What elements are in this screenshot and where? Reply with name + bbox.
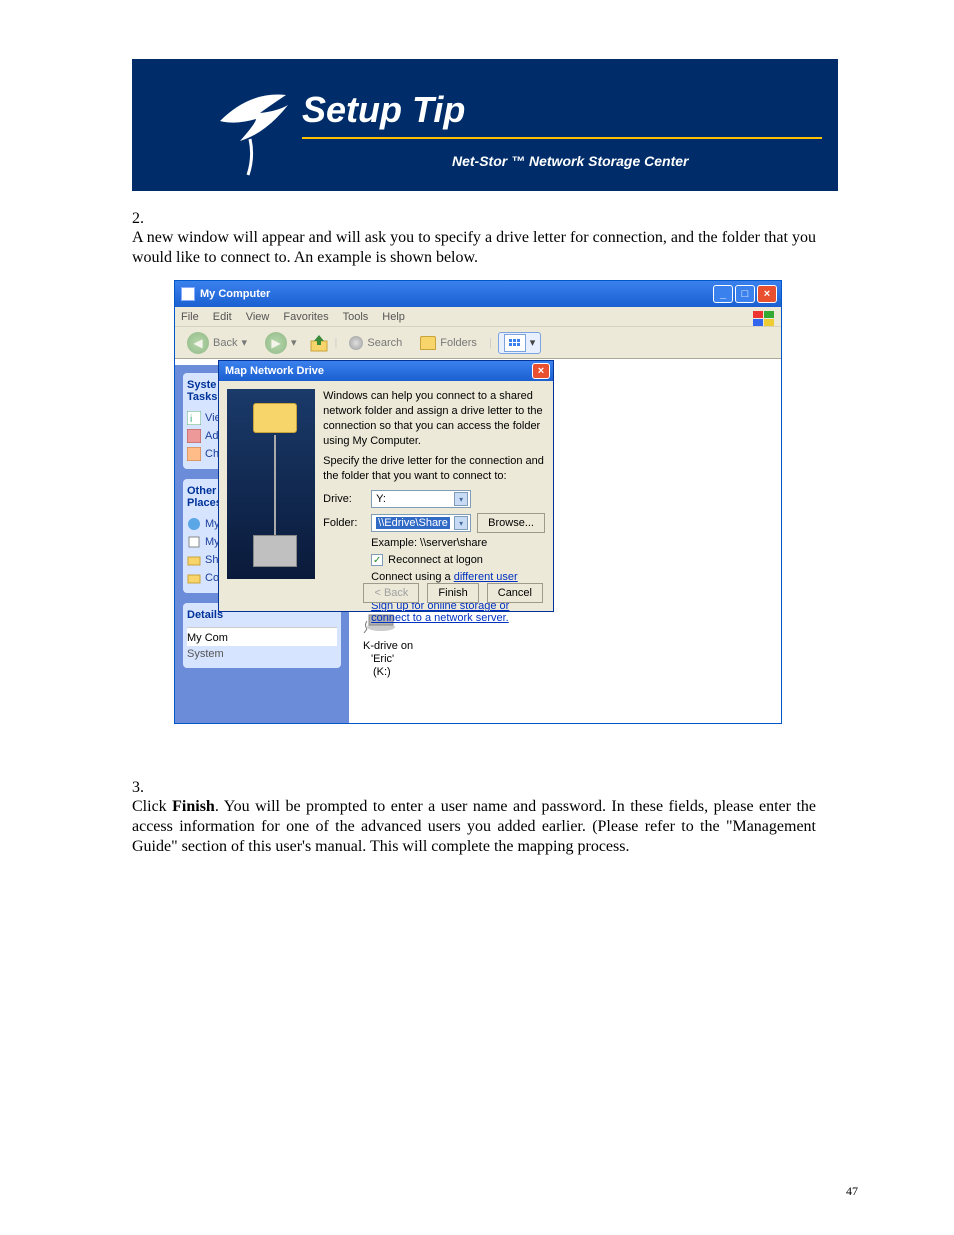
dialog-intro-text: Windows can help you connect to a shared… bbox=[323, 389, 545, 448]
back-button[interactable]: ◀ Back ▾ bbox=[181, 330, 253, 356]
folders-icon bbox=[420, 336, 436, 350]
drive-select[interactable]: Y: ▾ bbox=[371, 490, 471, 508]
folders-button[interactable]: Folders bbox=[414, 334, 483, 352]
views-button[interactable]: ▾ bbox=[498, 332, 542, 354]
step-2-number: 2. bbox=[132, 210, 166, 228]
page-number: 47 bbox=[846, 1184, 858, 1199]
banner-underline bbox=[302, 137, 822, 139]
map-network-drive-dialog: Map Network Drive × Windows can help you… bbox=[218, 360, 554, 612]
browse-button[interactable]: Browse... bbox=[477, 513, 545, 533]
windows-flag-icon bbox=[753, 311, 775, 327]
folder-select[interactable]: \\Edrive\Share ▾ bbox=[371, 514, 471, 532]
folder-label: Folder: bbox=[323, 517, 365, 529]
checkbox-icon[interactable]: ✓ bbox=[371, 554, 383, 566]
folder-example: Example: \\server\share bbox=[371, 537, 545, 549]
dialog-instruction-text: Specify the drive letter for the connect… bbox=[323, 454, 545, 484]
menu-favorites[interactable]: Favorites bbox=[283, 311, 328, 323]
forward-button[interactable]: ▶ ▾ bbox=[259, 330, 303, 356]
menu-bar: File Edit View Favorites Tools Help bbox=[175, 307, 781, 327]
hawkingtech-logo bbox=[210, 71, 296, 179]
settings-icon bbox=[187, 447, 201, 461]
banner-subtitle: Net-Stor ™ Network Storage Center bbox=[452, 153, 688, 169]
folder-value: \\Edrive\Share bbox=[376, 517, 450, 529]
drive-value: Y: bbox=[376, 493, 386, 505]
window-icon bbox=[181, 287, 195, 301]
svg-text:i: i bbox=[190, 414, 192, 425]
details-system: System bbox=[187, 646, 337, 662]
minimize-button[interactable]: _ bbox=[713, 285, 733, 303]
add-remove-icon bbox=[187, 429, 201, 443]
banner-title: Setup Tip bbox=[302, 89, 465, 131]
shared-folder-icon bbox=[187, 553, 201, 567]
search-icon bbox=[349, 336, 363, 350]
step-2-text: A new window will appear and will ask yo… bbox=[132, 228, 816, 268]
chevron-down-icon: ▾ bbox=[454, 516, 468, 530]
menu-file[interactable]: File bbox=[181, 311, 199, 323]
setup-tip-banner: Setup Tip Net-Stor ™ Network Storage Cen… bbox=[132, 59, 838, 191]
artwork-pc-icon bbox=[253, 535, 297, 567]
artwork-folder-icon bbox=[253, 403, 297, 433]
window-title: My Computer bbox=[200, 288, 713, 300]
cancel-button[interactable]: Cancel bbox=[487, 583, 543, 603]
toolbar: ◀ Back ▾ ▶ ▾ | Search Folders | ▾ bbox=[175, 327, 781, 359]
artwork-cable bbox=[274, 435, 276, 537]
forward-icon: ▶ bbox=[265, 332, 287, 354]
menu-tools[interactable]: Tools bbox=[343, 311, 369, 323]
dialog-artwork bbox=[227, 389, 315, 579]
step-3-text: Click Finish. You will be prompted to en… bbox=[132, 797, 816, 857]
menu-view[interactable]: View bbox=[246, 311, 270, 323]
dialog-titlebar[interactable]: Map Network Drive × bbox=[219, 361, 553, 381]
step-3: 3. Click Finish. You will be prompted to… bbox=[132, 779, 852, 857]
up-button[interactable] bbox=[309, 333, 329, 353]
chevron-down-icon: ▾ bbox=[454, 492, 468, 506]
dialog-title: Map Network Drive bbox=[225, 365, 324, 377]
step-3-number: 3. bbox=[132, 779, 166, 797]
finish-button[interactable]: Finish bbox=[427, 583, 478, 603]
dialog-close-button[interactable]: × bbox=[532, 363, 550, 379]
documents-icon bbox=[187, 535, 201, 549]
window-titlebar[interactable]: My Computer _ □ × bbox=[175, 281, 781, 307]
signup-link[interactable]: Sign up for online storage or connect to… bbox=[371, 600, 541, 624]
maximize-button[interactable]: □ bbox=[735, 285, 755, 303]
back-button: < Back bbox=[363, 583, 419, 603]
menu-edit[interactable]: Edit bbox=[213, 311, 232, 323]
menu-help[interactable]: Help bbox=[382, 311, 405, 323]
close-button[interactable]: × bbox=[757, 285, 777, 303]
reconnect-checkbox-row[interactable]: ✓ Reconnect at logon bbox=[371, 554, 545, 566]
control-panel-icon bbox=[187, 571, 201, 585]
network-drive-label[interactable]: K-drive on 'Eric' (K:) bbox=[363, 640, 767, 680]
reconnect-label: Reconnect at logon bbox=[388, 554, 483, 566]
views-icon bbox=[504, 334, 526, 352]
search-button[interactable]: Search bbox=[343, 334, 408, 352]
drive-label: Drive: bbox=[323, 493, 365, 505]
info-icon: i bbox=[187, 411, 201, 425]
step-2: 2. A new window will appear and will ask… bbox=[132, 210, 852, 268]
back-icon: ◀ bbox=[187, 332, 209, 354]
network-places-icon bbox=[187, 517, 201, 531]
system-tasks-title: System Tasks bbox=[187, 379, 217, 403]
